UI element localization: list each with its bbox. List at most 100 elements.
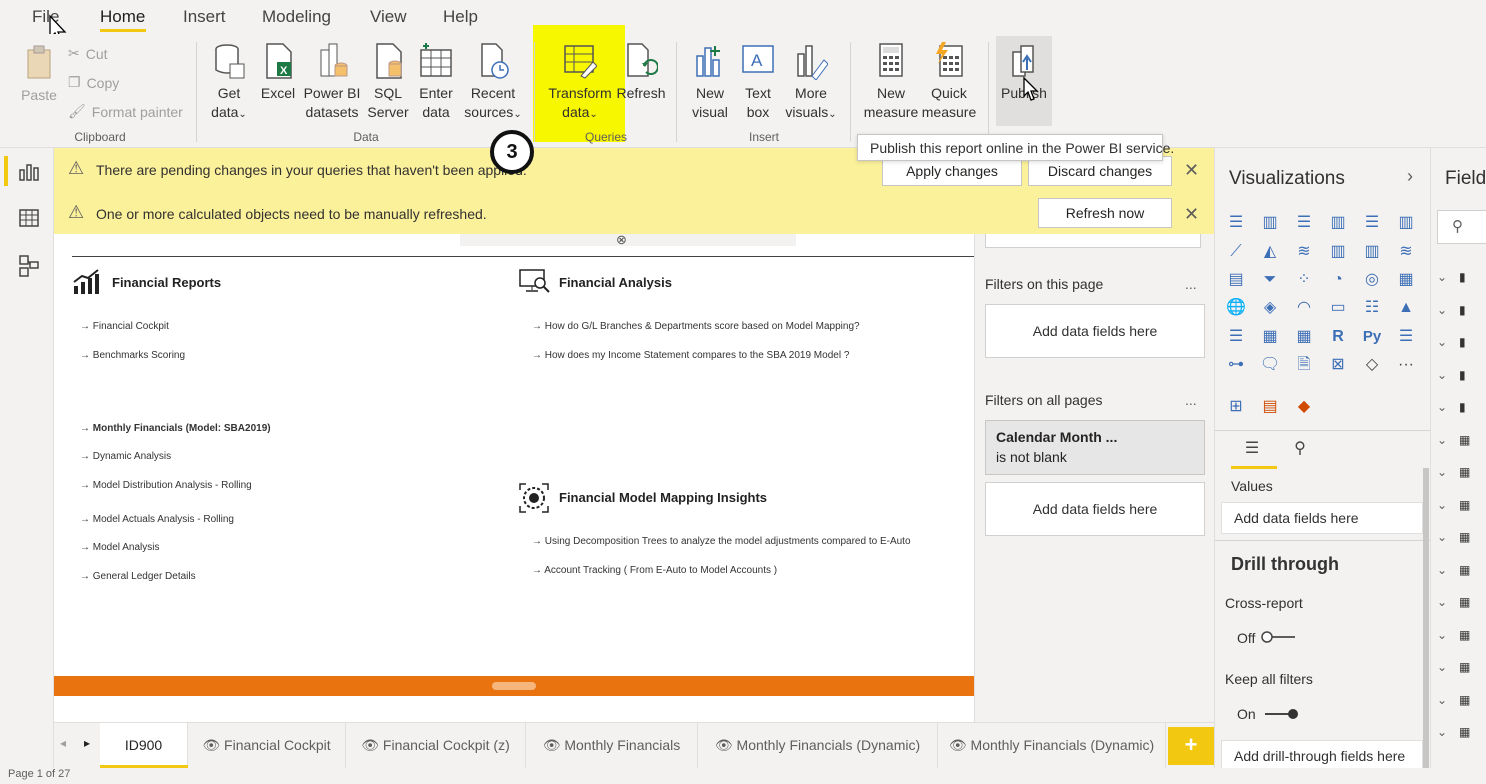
100-column-icon[interactable]: ▥	[1395, 212, 1417, 234]
chevron-right-icon[interactable]: ›	[1407, 166, 1413, 187]
paginated-report-icon[interactable]: 🗎	[1293, 354, 1315, 376]
fields-search-icon[interactable]: ⚲	[1437, 210, 1486, 244]
stacked-bar-icon[interactable]: ☰	[1225, 212, 1247, 234]
pie-chart-icon[interactable]: ◔	[1327, 269, 1349, 291]
field-list-item[interactable]: ⌄ ▦	[1437, 563, 1483, 583]
tab-scroll-right-icon[interactable]: ▸	[84, 736, 90, 750]
more-options-icon[interactable]: ...	[1185, 276, 1197, 292]
transform-data-button[interactable]: Transform data⌄	[543, 42, 617, 124]
more-visuals-button[interactable]: More visuals⌄	[782, 42, 840, 124]
field-list-item[interactable]: ⌄ ▦	[1437, 595, 1483, 615]
data-view-icon[interactable]	[18, 208, 40, 228]
cut-button[interactable]: ✂ Cut	[68, 45, 108, 62]
field-list-item[interactable]: ⌄ ▦	[1437, 465, 1483, 485]
more-options-icon[interactable]: ...	[1185, 392, 1197, 408]
quick-measure-button[interactable]: Quick measure	[920, 42, 978, 122]
menu-insert[interactable]: Insert	[183, 7, 226, 27]
link-benchmarks-scoring[interactable]: → Benchmarks Scoring	[80, 350, 185, 361]
line-clustered-column-icon[interactable]: ▥	[1361, 241, 1383, 263]
line-column-icon[interactable]: ▥	[1327, 241, 1349, 263]
menu-view[interactable]: View	[370, 7, 407, 27]
more-visuals-icon[interactable]: ···	[1395, 354, 1417, 376]
enter-data-button[interactable]: Enter data	[416, 42, 456, 122]
tab-scroll-left-icon[interactable]: ◂	[60, 736, 66, 750]
tab-monthly-financials-dynamic[interactable]: 👁 Monthly Financials (Dynamic)	[698, 723, 938, 769]
stacked-area-icon[interactable]: ≋	[1293, 241, 1315, 263]
funnel-icon[interactable]: ⏷	[1259, 269, 1281, 291]
filled-map-icon[interactable]: ◈	[1259, 297, 1281, 319]
tab-monthly-financials[interactable]: 👁 Monthly Financials	[526, 723, 698, 769]
multi-row-card-icon[interactable]: ☷	[1361, 297, 1383, 319]
link-general-ledger[interactable]: → General Ledger Details	[80, 571, 196, 582]
new-visual-button[interactable]: New visual	[686, 42, 734, 122]
report-view-icon[interactable]	[18, 162, 40, 182]
tab-financial-cockpit[interactable]: 👁 Financial Cockpit	[188, 723, 346, 769]
text-box-button[interactable]: A Text box	[738, 42, 778, 122]
keep-all-filters-toggle[interactable]	[1261, 708, 1299, 720]
kpi-icon[interactable]: ▲	[1395, 297, 1417, 319]
refresh-now-button[interactable]: Refresh now	[1038, 198, 1172, 228]
field-list-item[interactable]: ⌄ ▦	[1437, 660, 1483, 680]
field-list-item[interactable]: ⌄ ▦	[1437, 433, 1483, 453]
values-well[interactable]: Add data fields here	[1221, 502, 1423, 534]
format-paint-roller-icon[interactable]: ⚲	[1289, 438, 1311, 460]
link-decomposition-trees[interactable]: → Using Decomposition Trees to analyze t…	[532, 536, 911, 547]
custom-visual-a-icon[interactable]: ⊞	[1225, 396, 1247, 418]
all-pages-filter-well[interactable]: Add data fields here	[985, 482, 1205, 536]
matrix-icon[interactable]: ▦	[1293, 326, 1315, 348]
decomposition-tree-icon[interactable]: ⊶	[1225, 354, 1247, 376]
stacked-column-icon[interactable]: ▥	[1259, 212, 1281, 234]
map-icon[interactable]: 🌐	[1225, 297, 1247, 319]
field-list-item[interactable]: ⌄ ▦	[1437, 628, 1483, 648]
link-financial-cockpit[interactable]: → Financial Cockpit	[80, 321, 169, 332]
recent-sources-button[interactable]: Recent sources⌄	[462, 42, 524, 124]
format-painter-button[interactable]: 🖌 Format painter	[68, 103, 183, 120]
close-icon[interactable]: ✕	[1184, 204, 1199, 225]
filter-search[interactable]	[985, 234, 1201, 248]
custom-visual-b-icon[interactable]: ▤	[1259, 396, 1281, 418]
model-view-icon[interactable]	[18, 254, 40, 278]
field-list-item[interactable]: ⌄ ▮	[1437, 303, 1483, 323]
line-chart-icon[interactable]: ⟋	[1225, 241, 1247, 263]
clustered-bar-icon[interactable]: ☰	[1293, 212, 1315, 234]
field-list-item[interactable]: ⌄ ▦	[1437, 498, 1483, 518]
menu-help[interactable]: Help	[443, 7, 478, 27]
qa-visual-icon[interactable]: 🗨	[1259, 354, 1281, 376]
field-list-item[interactable]: ⌄ ▮	[1437, 335, 1483, 355]
link-model-actuals[interactable]: → Model Actuals Analysis - Rolling	[80, 514, 234, 525]
power-bi-datasets-button[interactable]: Power BI datasets	[302, 42, 362, 122]
custom-visual-icon[interactable]: ⊠	[1327, 354, 1349, 376]
table-visual-icon[interactable]: ▦	[1259, 326, 1281, 348]
calendar-month-filter-card[interactable]: Calendar Month ... is not blank	[985, 420, 1205, 475]
custom-visual-c-icon[interactable]: ◆	[1293, 396, 1315, 418]
tab-id900[interactable]: ID900	[100, 723, 188, 769]
link-account-tracking[interactable]: → Account Tracking ( From E-Auto to Mode…	[532, 565, 777, 576]
menu-modeling[interactable]: Modeling	[262, 7, 331, 27]
scatter-icon[interactable]: ⁘	[1293, 269, 1315, 291]
excel-button[interactable]: X Excel	[259, 42, 297, 103]
link-model-analysis[interactable]: → Model Analysis	[80, 542, 159, 553]
link-dynamic-analysis[interactable]: → Dynamic Analysis	[80, 451, 171, 462]
field-list-item[interactable]: ⌄ ▮	[1437, 400, 1483, 420]
ribbon-chart-icon[interactable]: ≋	[1395, 241, 1417, 263]
area-chart-icon[interactable]: ◭	[1259, 241, 1281, 263]
r-script-icon[interactable]: R	[1327, 326, 1349, 348]
field-list-item[interactable]: ⌄ ▮	[1437, 270, 1483, 290]
diamond-visual-icon[interactable]: ◇	[1361, 354, 1383, 376]
slicer-icon[interactable]: ☰	[1225, 326, 1247, 348]
sql-server-button[interactable]: SQL Server	[366, 42, 410, 122]
cross-report-toggle[interactable]	[1261, 631, 1299, 643]
get-data-button[interactable]: Get data⌄	[206, 42, 252, 124]
fields-tab-icon[interactable]: ☰	[1241, 438, 1263, 460]
scrollbar[interactable]	[1423, 468, 1429, 768]
waterfall-icon[interactable]: ▤	[1225, 269, 1247, 291]
treemap-icon[interactable]: ▦	[1395, 269, 1417, 291]
gauge-icon[interactable]: ◠	[1293, 297, 1315, 319]
new-measure-button[interactable]: New measure	[862, 42, 920, 122]
menu-home[interactable]: Home	[100, 7, 145, 27]
key-influencers-icon[interactable]: ☰	[1395, 326, 1417, 348]
link-gl-branches[interactable]: → How do G/L Branches & Departments scor…	[532, 321, 860, 332]
donut-chart-icon[interactable]: ◎	[1361, 269, 1383, 291]
link-income-statement[interactable]: → How does my Income Statement compares …	[532, 350, 849, 361]
field-list-item[interactable]: ⌄ ▮	[1437, 368, 1483, 388]
